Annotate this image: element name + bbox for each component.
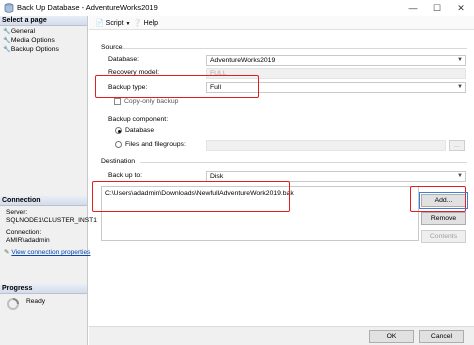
chevron-down-icon: ▼ xyxy=(457,57,463,63)
remove-button[interactable]: Remove xyxy=(421,212,466,225)
destination-divider xyxy=(140,162,467,163)
back-up-to-label: Back up to: xyxy=(108,172,143,179)
page-item-general[interactable]: 🔧 General xyxy=(3,28,35,35)
script-icon: 📄 xyxy=(95,20,104,27)
destination-group-label: Destination xyxy=(101,158,136,165)
view-connection-properties-label: View connection properties xyxy=(11,249,91,256)
wrench-icon: 🔧 xyxy=(3,38,11,44)
contents-button[interactable]: Contents xyxy=(421,230,466,243)
help-icon: ❔ xyxy=(133,20,142,27)
component-database-label: Database xyxy=(125,127,155,134)
component-files-radio[interactable] xyxy=(115,141,122,148)
wrench-icon: 🔧 xyxy=(3,47,11,53)
backup-type-highlight xyxy=(95,75,259,98)
connection-header: Connection xyxy=(0,196,87,206)
view-connection-properties-link[interactable]: ✎ View connection properties xyxy=(4,248,90,256)
cancel-button[interactable]: Cancel xyxy=(419,330,464,343)
progress-status: Ready xyxy=(26,298,46,305)
help-button[interactable]: ❔ Help xyxy=(133,19,158,27)
chevron-down-icon: ▼ xyxy=(125,21,131,27)
server-label: Server: xyxy=(6,209,28,216)
filegroups-field xyxy=(206,140,446,151)
ok-button[interactable]: OK xyxy=(369,330,414,343)
title-bar: Back Up Database - AdventureWorks2019 — … xyxy=(0,0,474,16)
connection-value: AMIR\adadmin xyxy=(6,237,50,244)
select-page-header: Select a page xyxy=(0,16,87,26)
wrench-icon: 🔧 xyxy=(3,29,11,35)
database-combo[interactable]: AdventureWorks2019 ▼ xyxy=(206,55,466,66)
footer-bar: OK Cancel xyxy=(89,326,474,345)
back-up-to-value: Disk xyxy=(210,173,224,180)
toolbar: 📄 Script ▼ ❔ Help xyxy=(89,16,474,30)
copy-only-checkbox[interactable] xyxy=(114,98,121,105)
destination-file-highlight xyxy=(92,181,290,212)
properties-icon: ✎ xyxy=(4,249,10,256)
database-icon xyxy=(4,3,14,13)
left-pane: Select a page 🔧 General 🔧 Media Options … xyxy=(0,16,97,345)
page-item-backup-options[interactable]: 🔧 Backup Options xyxy=(3,46,59,53)
connection-label: Connection: xyxy=(6,229,42,236)
add-button-focus xyxy=(419,192,468,209)
page-item-label: General xyxy=(10,28,36,35)
chevron-down-icon: ▼ xyxy=(457,173,463,179)
source-divider xyxy=(122,48,467,49)
component-database-radio[interactable] xyxy=(115,127,122,134)
progress-header: Progress xyxy=(0,284,87,294)
page-item-label: Backup Options xyxy=(10,46,59,53)
backup-component-label: Backup component: xyxy=(108,116,169,123)
help-label: Help xyxy=(143,20,159,27)
minimize-icon[interactable]: — xyxy=(402,0,424,16)
browse-filegroups-button[interactable]: ... xyxy=(449,140,465,151)
page-item-media-options[interactable]: 🔧 Media Options xyxy=(3,37,55,44)
script-label: Script xyxy=(105,20,124,27)
database-label: Database: xyxy=(108,56,139,63)
script-button[interactable]: 📄 Script ▼ xyxy=(95,19,130,27)
progress-spinner-icon xyxy=(7,298,19,310)
component-files-label: Files and filegroups: xyxy=(125,141,186,148)
close-icon[interactable]: ✕ xyxy=(450,0,472,16)
page-item-label: Media Options xyxy=(10,37,55,44)
maximize-icon[interactable]: ☐ xyxy=(426,0,448,16)
database-value: AdventureWorks2019 xyxy=(210,57,276,64)
chevron-down-icon: ▼ xyxy=(457,84,463,90)
window-title: Back Up Database - AdventureWorks2019 xyxy=(17,3,158,12)
source-group-label: Source xyxy=(101,44,123,51)
server-value: SQLNODE1\CLUSTER_INST1 xyxy=(6,217,97,224)
copy-only-label: Copy-only backup xyxy=(124,98,179,105)
